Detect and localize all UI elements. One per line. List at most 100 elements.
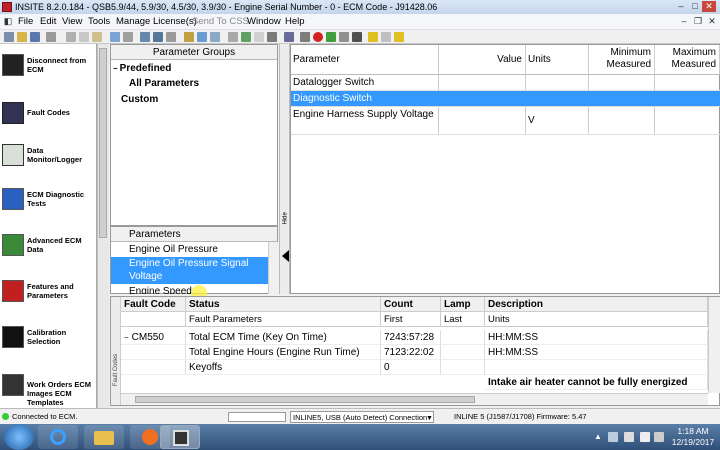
hide-splitter[interactable]: Hide — [279, 44, 290, 294]
ie-icon — [50, 429, 66, 445]
tree-all-parameters[interactable]: All Parameters — [129, 76, 199, 91]
tool-icon[interactable] — [123, 32, 133, 42]
play-icon[interactable] — [326, 32, 336, 42]
copy-icon[interactable] — [79, 32, 89, 42]
sidebar-item-calibration[interactable]: Calibration Selection — [0, 322, 97, 362]
tool5-icon[interactable] — [184, 32, 194, 42]
sidebar-scrollbar[interactable] — [97, 44, 109, 408]
mdi-close-button[interactable]: ✕ — [706, 16, 718, 27]
fault-table-vscrollbar[interactable] — [708, 297, 720, 393]
adapter-select[interactable]: INLINE5, USB (Auto Detect) Connection — [290, 411, 434, 423]
ie-taskbar-button[interactable] — [38, 425, 78, 449]
parameter-item[interactable]: Engine Speed — [111, 285, 268, 294]
col-units[interactable]: Units — [526, 45, 589, 75]
tool7-icon[interactable] — [210, 32, 220, 42]
collapse-icon[interactable]: − — [113, 64, 118, 73]
tool2-icon[interactable] — [140, 32, 150, 42]
sidebar-item-fault-codes[interactable]: Fault Codes — [0, 98, 97, 138]
col-fault-code[interactable]: Fault Code — [121, 297, 186, 312]
menu-view[interactable]: View — [62, 14, 82, 30]
snapshot-icon[interactable] — [368, 32, 378, 42]
sidebar-label: ECM Diagnostic Tests — [27, 190, 85, 208]
show-hidden-icons[interactable]: ▲ — [594, 432, 602, 441]
col-min-measured[interactable]: Minimum Measured — [589, 45, 655, 75]
menu-file[interactable]: File — [18, 14, 33, 30]
mdi-minimize-button[interactable]: – — [678, 16, 690, 27]
usb-icon[interactable] — [608, 432, 618, 442]
maximize-button[interactable]: □ — [688, 1, 702, 12]
fault-code-cell-empty — [121, 345, 186, 360]
parameters-scrollbar[interactable] — [268, 242, 278, 294]
menu-send-to-css[interactable]: Send To CSS — [192, 14, 249, 30]
save-icon[interactable] — [30, 32, 40, 42]
sidebar-item-diagnostic-tests[interactable]: ECM Diagnostic Tests — [0, 184, 97, 224]
volume-icon[interactable] — [654, 432, 664, 442]
table-row-selected[interactable]: Diagnostic Switch — [291, 91, 720, 107]
mdi-restore-button[interactable]: ❐ — [692, 16, 704, 27]
col-lamp[interactable]: Lamp — [441, 297, 485, 312]
tool10-icon[interactable] — [254, 32, 264, 42]
flag-icon[interactable] — [624, 432, 634, 442]
parameter-item[interactable]: Engine Oil Pressure — [111, 242, 268, 257]
print-icon[interactable] — [46, 32, 56, 42]
paste-icon[interactable] — [92, 32, 102, 42]
tool12-icon[interactable] — [284, 32, 294, 42]
fault-codes-tab[interactable]: Fault Codes — [111, 297, 121, 405]
collapse-arrow-icon[interactable] — [282, 250, 289, 262]
menu-window[interactable]: Window — [247, 14, 281, 30]
sidebar-item-work-orders[interactable]: Work Orders ECM Images ECM Templates — [0, 370, 97, 410]
collapse-icon[interactable]: − — [124, 333, 129, 342]
subheader-fault-parameters: Fault Parameters — [186, 312, 381, 327]
tool4-icon[interactable] — [166, 32, 176, 42]
tree-custom[interactable]: Custom — [121, 92, 158, 107]
rewind-icon[interactable] — [300, 32, 310, 42]
media-player-icon — [142, 429, 158, 445]
table-row[interactable]: Engine Harness Supply Voltage V — [291, 107, 720, 135]
new-icon[interactable] — [4, 32, 14, 42]
menu-edit[interactable]: Edit — [40, 14, 56, 30]
clock[interactable]: 1:18 AM 12/19/2017 — [668, 426, 718, 448]
undo-icon[interactable] — [110, 32, 120, 42]
export-icon[interactable] — [381, 32, 391, 42]
fault-table-hscrollbar[interactable] — [121, 393, 708, 405]
pause-icon[interactable] — [339, 32, 349, 42]
menu-tools[interactable]: Tools — [88, 14, 110, 30]
sidebar-item-disconnect[interactable]: Disconnect from ECM — [0, 50, 97, 90]
tool8-icon[interactable] — [228, 32, 238, 42]
network-icon[interactable] — [640, 432, 650, 442]
col-parameter[interactable]: Parameter — [291, 45, 439, 75]
fault-code-cell[interactable]: − CM550 — [121, 330, 186, 345]
fault-param: Total Engine Hours (Engine Run Time) — [186, 345, 381, 360]
tool11-icon[interactable] — [267, 32, 277, 42]
close-button[interactable]: ✕ — [702, 1, 716, 12]
record-icon[interactable] — [313, 32, 323, 42]
insite-taskbar-button[interactable] — [160, 425, 200, 449]
col-max-measured[interactable]: Maximum Measured — [655, 45, 720, 75]
folder-icon[interactable] — [394, 32, 404, 42]
explorer-taskbar-button[interactable] — [84, 425, 124, 449]
scroll-thumb[interactable] — [135, 396, 475, 403]
tool9-icon[interactable] — [241, 32, 251, 42]
col-value[interactable]: Value — [439, 45, 526, 75]
stop-icon[interactable] — [352, 32, 362, 42]
sidebar-item-features[interactable]: Features and Parameters — [0, 276, 97, 316]
col-description[interactable]: Description — [485, 297, 708, 312]
parameter-item-selected[interactable]: Engine Oil Pressure Signal Voltage — [111, 257, 268, 284]
fault-description: Intake air heater cannot be fully energi… — [485, 375, 708, 390]
sidebar-item-advanced-ecm[interactable]: Advanced ECM Data — [0, 230, 97, 270]
mdi-icon[interactable]: ◧ — [2, 16, 14, 27]
menu-help[interactable]: Help — [285, 14, 305, 30]
minimize-button[interactable]: – — [674, 1, 688, 12]
cut-icon[interactable] — [66, 32, 76, 42]
menu-manage-licenses[interactable]: Manage License(s) — [116, 14, 197, 30]
col-count[interactable]: Count — [381, 297, 441, 312]
tool6-icon[interactable] — [197, 32, 207, 42]
tool3-icon[interactable] — [153, 32, 163, 42]
open-icon[interactable] — [17, 32, 27, 42]
sidebar-item-data-monitor[interactable]: Data Monitor/Logger — [0, 140, 97, 180]
scroll-thumb[interactable] — [99, 48, 107, 238]
table-row[interactable]: Datalogger Switch — [291, 75, 720, 91]
start-icon[interactable] — [4, 424, 34, 450]
col-status[interactable]: Status — [186, 297, 381, 312]
tree-predefined[interactable]: − Predefined — [113, 61, 171, 76]
